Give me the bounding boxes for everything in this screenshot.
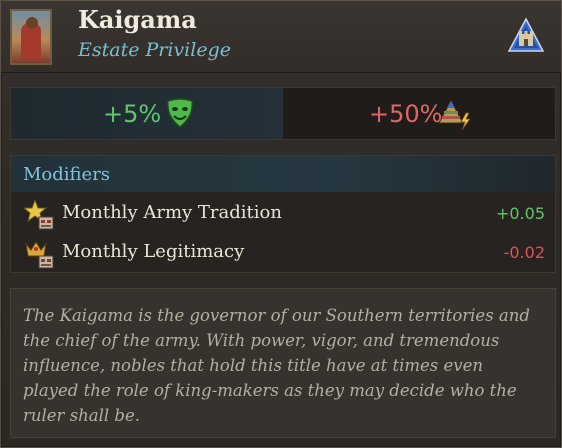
legitimacy-crown-icon — [25, 241, 54, 269]
privilege-type: Estate Privilege — [78, 39, 231, 61]
modifiers-title: Modifiers — [23, 164, 111, 185]
modifiers-header: Modifiers — [11, 156, 555, 192]
modifier-value: -0.02 — [503, 243, 545, 262]
modifier-value: +0.05 — [495, 204, 545, 223]
modifier-label: Monthly Legitimacy — [62, 241, 245, 262]
kaigama-portrait — [10, 9, 52, 65]
modifiers-panel: Modifiers Monthly Army Tradition +0.05 M… — [10, 155, 556, 273]
estate-effects-panel: +5% +50% — [10, 87, 556, 140]
modifier-row: Monthly Legitimacy -0.02 — [11, 236, 555, 270]
loyalty-effect: +5% — [11, 88, 283, 139]
modifier-row: Monthly Army Tradition +0.05 — [11, 197, 555, 231]
army-tradition-star-icon — [23, 199, 54, 230]
influence-pyramid-icon — [438, 99, 471, 131]
influence-effect: +50% — [283, 88, 555, 139]
privilege-tooltip: Kaigama Estate Privilege +5% +50% Modifi… — [0, 0, 562, 448]
loyalty-mask-icon — [167, 98, 193, 128]
privilege-title: Kaigama — [78, 5, 197, 34]
description-panel: The Kaigama is the governor of our South… — [10, 288, 556, 438]
loyalty-value: +5% — [103, 100, 162, 128]
nobility-estate-icon — [507, 17, 545, 52]
portrait-head — [26, 17, 38, 29]
modifier-label: Monthly Army Tradition — [62, 202, 282, 223]
privilege-description: The Kaigama is the governor of our South… — [23, 306, 530, 425]
tooltip-header: Kaigama Estate Privilege — [1, 1, 561, 73]
influence-value: +50% — [369, 100, 443, 128]
